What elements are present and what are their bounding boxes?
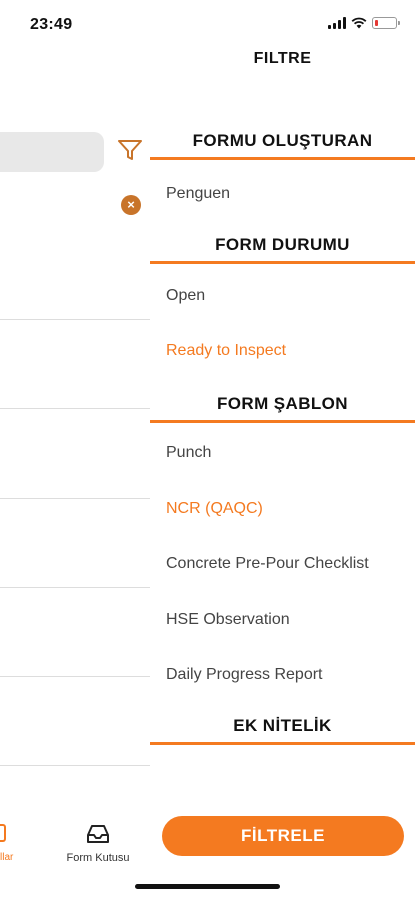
- section-header-form-template: FORM ŞABLON: [150, 389, 415, 423]
- clear-filter-icon[interactable]: ×: [121, 195, 141, 215]
- tab-form-inbox-label: Form Kutusu: [66, 852, 130, 864]
- filter-option-hse-observation[interactable]: HSE Observation: [166, 611, 290, 629]
- list-divider: [0, 319, 150, 320]
- section-header-form-status: FORM DURUMU: [150, 230, 415, 264]
- background-list-screen: ×: [0, 46, 150, 900]
- filter-icon[interactable]: [116, 136, 144, 164]
- filter-option-ready-to-inspect[interactable]: Ready to Inspect: [166, 342, 286, 360]
- filter-option-daily-progress-report[interactable]: Daily Progress Report: [166, 666, 323, 684]
- list-divider: [0, 498, 150, 499]
- status-time: 23:49: [30, 16, 73, 33]
- filter-option-punch[interactable]: Punch: [166, 444, 211, 462]
- list-divider: [0, 676, 150, 677]
- forms-tab-icon: [0, 824, 6, 842]
- filter-option-open[interactable]: Open: [166, 287, 205, 305]
- list-divider: [0, 408, 150, 409]
- tab-forms-label: llar: [0, 852, 14, 863]
- panel-title: FILTRE: [253, 50, 312, 67]
- list-divider: [0, 587, 150, 588]
- inbox-icon: [87, 825, 109, 843]
- apply-filter-button[interactable]: FİLTRELE: [162, 816, 404, 856]
- section-header-form-creator: FORMU OLUŞTURAN: [150, 126, 415, 160]
- home-indicator[interactable]: [135, 884, 280, 889]
- section-header-extra-attribute: EK NİTELİK: [150, 711, 415, 745]
- filter-panel: FILTRE FORMU OLUŞTURAN Penguen FORM DURU…: [150, 0, 415, 900]
- search-bar[interactable]: [0, 132, 104, 172]
- filter-option-concrete-pre-pour-checklist[interactable]: Concrete Pre-Pour Checklist: [166, 555, 369, 573]
- list-divider: [0, 765, 150, 766]
- filter-option-penguen[interactable]: Penguen: [166, 185, 230, 203]
- filter-option-ncr-qaqc[interactable]: NCR (QAQC): [166, 500, 263, 518]
- tab-forms-partial[interactable]: llar: [0, 820, 18, 870]
- tab-form-inbox[interactable]: Form Kutusu: [56, 820, 140, 870]
